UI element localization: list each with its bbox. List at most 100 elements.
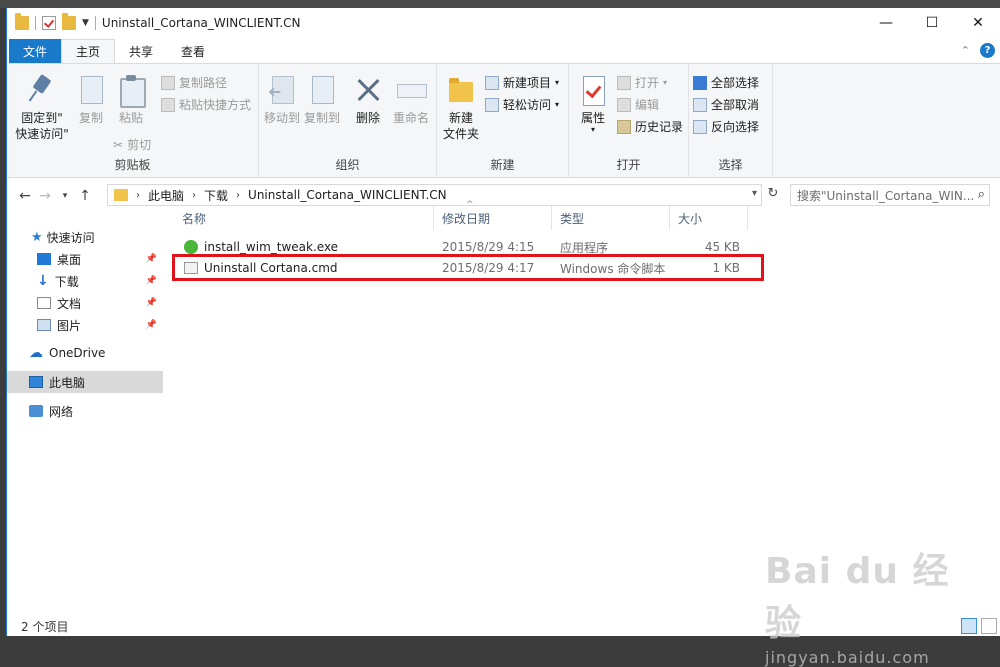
pin-icon[interactable]: 📌	[146, 276, 157, 286]
view-toggle	[961, 618, 997, 634]
open-button[interactable]: 打开 ▾	[617, 74, 667, 91]
organize-group: 移动到 复制到 删除 重命名 组织	[259, 64, 437, 177]
nav-downloads[interactable]: ↓ 下载 📌	[7, 270, 163, 292]
paste-shortcut-icon	[161, 97, 175, 112]
pin-to-quick-access-button[interactable]: 固定到" 快速访问"	[15, 74, 69, 142]
nav-this-pc[interactable]: 此电脑	[7, 371, 163, 393]
open-icon	[617, 75, 631, 90]
properties-label: 属性	[580, 111, 605, 125]
easy-access-icon	[485, 97, 499, 112]
back-arrow-icon[interactable]: ←	[15, 188, 35, 204]
nav-network[interactable]: 网络	[7, 400, 163, 422]
nav-onedrive-label: OneDrive	[49, 346, 106, 360]
delete-icon	[352, 74, 384, 106]
select-none-icon	[693, 97, 707, 112]
maximize-button[interactable]: ☐	[909, 8, 955, 38]
nav-desktop[interactable]: 桌面 📌	[7, 248, 163, 270]
select-all-button[interactable]: 全部选择	[693, 74, 759, 91]
select-all-label: 全部选择	[711, 76, 760, 90]
edit-button[interactable]: 编辑	[617, 96, 659, 113]
column-header-size[interactable]: 大小	[670, 206, 748, 230]
copy-button[interactable]: 复制	[73, 74, 109, 126]
column-header-name[interactable]: 名称	[174, 206, 434, 230]
refresh-icon[interactable]: ↻	[764, 186, 782, 204]
chevron-right-icon[interactable]: ›	[236, 190, 240, 201]
open-dropdown-icon: ▾	[663, 78, 668, 87]
breadcrumb-this-pc[interactable]: 此电脑	[148, 187, 184, 204]
breadcrumb-downloads[interactable]: 下载	[204, 187, 228, 204]
baidu-watermark: Bai du 经验 jingyan.baidu.com	[765, 542, 965, 667]
invert-selection-label: 反向选择	[711, 120, 760, 134]
help-icon[interactable]: ?	[980, 43, 995, 58]
open-label: 打开	[635, 76, 660, 90]
column-header-type[interactable]: 类型	[552, 206, 670, 230]
delete-button[interactable]: 删除	[353, 74, 383, 126]
tab-file[interactable]: 文件	[9, 39, 62, 63]
move-to-button[interactable]: 移动到	[263, 74, 301, 126]
pin-icon[interactable]: 📌	[146, 298, 157, 308]
cut-button[interactable]: ✂ 剪切	[113, 136, 151, 153]
explorer-window: ▼ Uninstall_Cortana_WINCLIENT.CN — ☐ ✕ 文…	[6, 8, 1000, 667]
file-name-cell: install_wim_tweak.exe	[174, 240, 434, 254]
large-icons-view-icon[interactable]	[981, 618, 997, 634]
close-button[interactable]: ✕	[955, 8, 1000, 38]
search-icon[interactable]: ⌕	[978, 187, 985, 202]
pin-icon[interactable]: 📌	[146, 254, 157, 264]
copy-label: 复制	[78, 111, 103, 125]
tab-home[interactable]: 主页	[61, 39, 116, 63]
new-folder-icon	[445, 74, 477, 106]
chevron-right-icon[interactable]: ›	[136, 190, 140, 201]
item-count: 2 个项目	[21, 619, 69, 634]
history-button[interactable]: 历史记录	[617, 118, 683, 135]
up-arrow-icon[interactable]: ↑	[75, 188, 95, 204]
column-header-date[interactable]: 修改日期	[434, 206, 552, 230]
new-item-button[interactable]: 新建项目 ▾	[485, 74, 559, 91]
invert-selection-button[interactable]: 反向选择	[693, 118, 759, 135]
pin-icon[interactable]: 📌	[146, 320, 157, 330]
nav-network-label: 网络	[49, 404, 74, 419]
paste-button[interactable]: 粘贴	[113, 74, 149, 126]
nav-pictures[interactable]: 图片 📌	[7, 314, 163, 336]
move-to-label: 移动到	[263, 111, 300, 125]
breadcrumb-current-folder[interactable]: Uninstall_Cortana_WINCLIENT.CN	[248, 188, 447, 202]
folder-icon	[15, 13, 29, 30]
edit-icon	[617, 97, 631, 112]
file-name: install_wim_tweak.exe	[204, 240, 339, 254]
tab-view[interactable]: 查看	[167, 39, 219, 63]
copy-path-icon	[161, 75, 175, 90]
search-placeholder: 搜索"Uninstall_Cortana_WIN...	[797, 188, 975, 203]
new-folder-qat-icon[interactable]	[62, 13, 76, 30]
nav-quick-access-label: 快速访问	[46, 230, 95, 245]
minimize-button[interactable]: —	[863, 8, 909, 38]
paste-icon	[115, 74, 147, 108]
nav-quick-access[interactable]: ★ 快速访问	[7, 226, 163, 248]
address-dropdown-icon[interactable]: ▾	[752, 188, 757, 199]
network-icon	[29, 405, 43, 417]
properties-qat-icon[interactable]	[42, 16, 56, 30]
qat-separator	[35, 16, 36, 30]
nav-documents[interactable]: 文档 📌	[7, 292, 163, 314]
chevron-right-icon[interactable]: ›	[192, 190, 196, 201]
copy-to-button[interactable]: 复制到	[303, 74, 341, 126]
tab-share[interactable]: 共享	[115, 39, 167, 63]
copy-path-button[interactable]: 复制路径	[161, 74, 227, 91]
easy-access-button[interactable]: 轻松访问 ▾	[485, 96, 559, 113]
computer-icon	[29, 376, 43, 388]
new-group: 新建 文件夹 新建项目 ▾ 轻松访问 ▾ 新建	[437, 64, 569, 177]
rename-button[interactable]: 重命名	[391, 74, 431, 126]
properties-button[interactable]: 属性 ▾	[575, 74, 611, 134]
select-none-button[interactable]: 全部取消	[693, 96, 759, 113]
paste-shortcut-button[interactable]: 粘贴快捷方式	[161, 96, 251, 113]
rename-icon	[395, 74, 427, 106]
forward-arrow-icon[interactable]: →	[35, 188, 55, 204]
select-group: 全部选择 全部取消 反向选择 选择	[689, 64, 773, 177]
collapse-ribbon-icon[interactable]: ⌃	[961, 44, 970, 57]
new-folder-button[interactable]: 新建 文件夹	[441, 74, 481, 142]
qat-dropdown-icon[interactable]: ▼	[82, 18, 89, 28]
address-bar[interactable]: › 此电脑 › 下载 › Uninstall_Cortana_WINCLIENT…	[107, 184, 762, 206]
search-input[interactable]: 搜索"Uninstall_Cortana_WIN... ⌕	[790, 184, 990, 206]
nav-onedrive[interactable]: ☁ OneDrive	[7, 342, 163, 364]
recent-locations-icon[interactable]: ▾	[55, 191, 75, 201]
new-folder-label-line1: 新建	[448, 111, 473, 125]
star-icon: ★	[31, 229, 43, 245]
